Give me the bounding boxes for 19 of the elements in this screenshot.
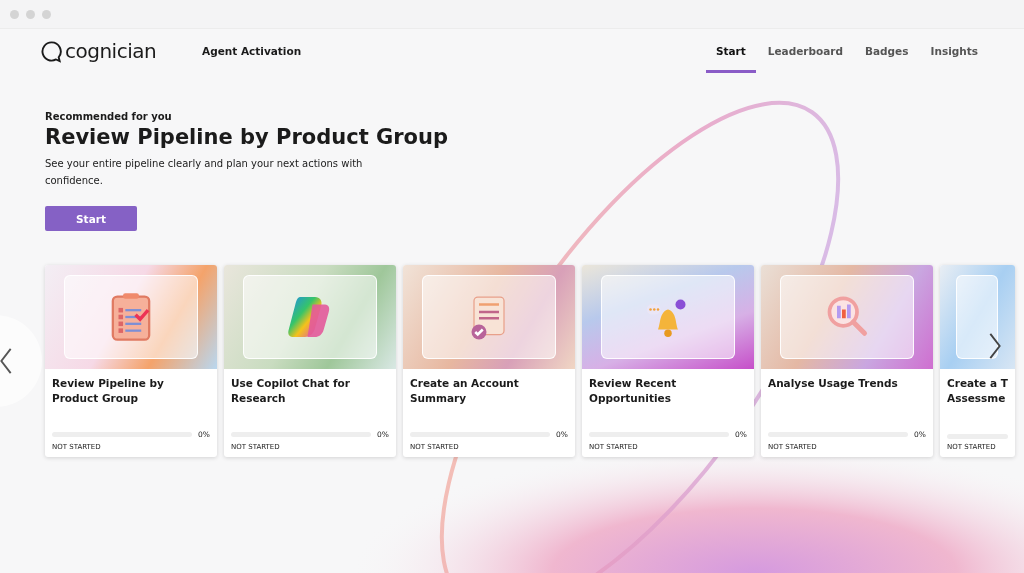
card-title: Create a T Assessme [947, 376, 1008, 406]
card-title: Review Pipeline by Product Group [52, 376, 165, 406]
card-title: Analyse Usage Trends [768, 376, 899, 391]
hero-description: See your entire pipeline clearly and plan your next actions with confidence. [45, 157, 364, 188]
start-button[interactable]: Start [45, 206, 137, 231]
nav-tab[interactable]: Leaderboard [767, 29, 843, 73]
card-title: Use Copilot Chat for Research [231, 376, 351, 406]
nav-tab[interactable]: Insights [930, 29, 978, 73]
nav-tab[interactable]: Badges [865, 29, 909, 73]
nav-tab[interactable]: Start [705, 29, 756, 73]
hero-title: Review Pipeline by Product Group [45, 125, 449, 149]
section-label: Recommended for you [45, 111, 173, 122]
chevron-right-icon [988, 332, 1002, 360]
program-title: Agent Activation [202, 45, 302, 57]
brand-logo[interactable]: cognician [65, 39, 157, 63]
chevron-left-icon [0, 347, 13, 375]
card-title: Create an Account Summary [410, 376, 520, 406]
card-title: Review Recent Opportunities [589, 376, 678, 406]
speech-bubble-icon [40, 39, 63, 63]
